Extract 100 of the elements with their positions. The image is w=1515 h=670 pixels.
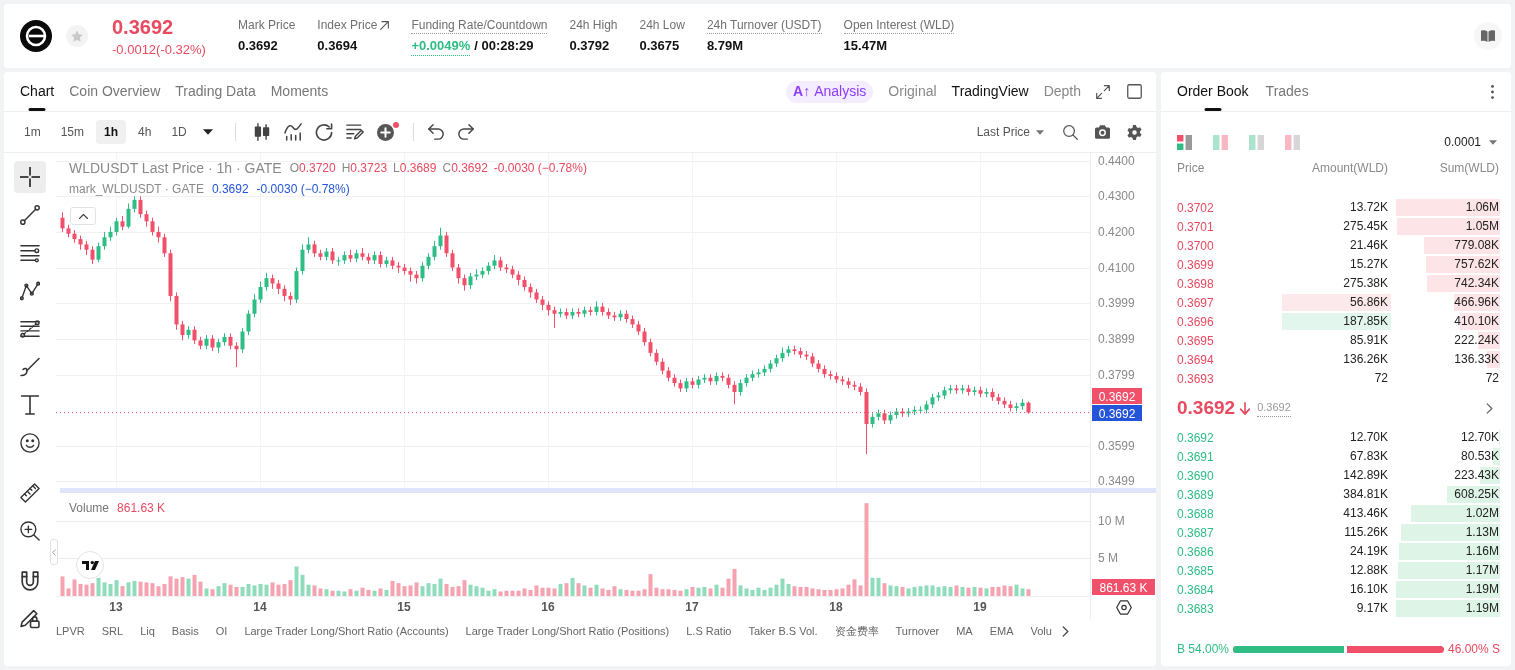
chart-view-tab[interactable]: Original — [888, 81, 937, 102]
chart-tab[interactable]: Coin Overview — [69, 72, 161, 111]
template-icon[interactable] — [345, 123, 364, 141]
stat-value: 0.3692 — [238, 36, 278, 55]
chart-tab[interactable]: Chart — [20, 72, 55, 111]
price-cell[interactable]: 0.3701 — [1177, 217, 1282, 236]
guide-button[interactable] — [1474, 22, 1502, 50]
amount-cell-text: 12.70K — [1348, 429, 1389, 446]
hexagon-settings-icon[interactable] — [1116, 600, 1132, 615]
chart-view-tab[interactable]: Depth — [1043, 81, 1081, 102]
volume-axis-label: 5 M — [1098, 551, 1118, 566]
stat-label[interactable]: Funding Rate/Countdown — [411, 16, 548, 34]
price-cell[interactable]: 0.3692 — [1177, 428, 1282, 447]
crosshair-icon[interactable] — [20, 167, 40, 187]
bar — [636, 590, 641, 596]
price-cell[interactable]: 0.3685 — [1177, 561, 1282, 580]
indicator-button[interactable]: Large Trader Long/Short Ratio (Positions) — [465, 622, 670, 640]
redo-icon[interactable] — [457, 124, 474, 140]
bar — [690, 586, 695, 596]
line-segment-icon[interactable] — [20, 205, 40, 225]
ruler-icon[interactable] — [20, 483, 40, 503]
indicator-button[interactable]: LPVR — [56, 622, 85, 640]
undo-icon[interactable] — [427, 124, 444, 140]
square-window-icon[interactable] — [1127, 84, 1142, 99]
price-cell[interactable]: 0.3683 — [1177, 599, 1282, 618]
price-cell[interactable]: 0.3684 — [1177, 580, 1282, 599]
chart-indicator-icon[interactable] — [283, 123, 302, 141]
pencil-lock-icon[interactable] — [20, 609, 40, 629]
order-book-layout-icon[interactable] — [1177, 134, 1192, 150]
add-indicator-button[interactable] — [376, 122, 399, 142]
interval-button[interactable]: 1m — [16, 120, 49, 144]
sell-ratio: 46.00% S — [1447, 641, 1500, 658]
magnet-icon[interactable] — [20, 571, 40, 591]
price-cell[interactable]: 0.3690 — [1177, 466, 1282, 485]
indicator-button[interactable]: 资金费率 — [834, 622, 879, 640]
price-cell[interactable]: 0.3691 — [1177, 447, 1282, 466]
chevron-right-icon[interactable] — [1486, 402, 1493, 414]
indicator-button[interactable]: Volu — [1030, 622, 1052, 640]
more-icon[interactable] — [1491, 84, 1494, 99]
order-book-tab[interactable]: Order Book — [1177, 72, 1249, 111]
zigzag-line-icon[interactable] — [20, 281, 40, 301]
arrow-up-right-icon[interactable] — [380, 20, 390, 30]
price-cell[interactable]: 0.3689 — [1177, 485, 1282, 504]
price-cell[interactable]: 0.3687 — [1177, 523, 1282, 542]
text-icon[interactable] — [20, 395, 40, 415]
chart-tab[interactable]: Trading Data — [175, 72, 256, 111]
indicator-button[interactable]: Large Trader Long/Short Ratio (Accounts) — [244, 622, 449, 640]
interval-button[interactable]: 1D — [163, 120, 195, 144]
price-cell[interactable]: 0.3700 — [1177, 236, 1282, 255]
indicator-button[interactable]: Turnover — [895, 622, 940, 640]
indicator-button[interactable]: L.S Ratio — [686, 622, 732, 640]
fullscreen-icon[interactable] — [1096, 84, 1110, 99]
plus-circle-icon[interactable] — [376, 123, 394, 141]
chart-view-tab[interactable]: TradingView — [951, 81, 1029, 102]
chart-tab[interactable]: Moments — [270, 72, 329, 111]
indicator-button[interactable]: Liq — [140, 622, 155, 640]
candlestick-icon[interactable] — [252, 123, 271, 141]
search-icon[interactable] — [1063, 124, 1078, 140]
price-cell[interactable]: 0.3693 — [1177, 369, 1282, 388]
indicator-button[interactable]: MA — [956, 622, 973, 640]
indicator-button[interactable]: EMA — [989, 622, 1014, 640]
price-cell[interactable]: 0.3695 — [1177, 331, 1282, 350]
price-source-dropdown[interactable]: Last Price — [976, 123, 1044, 141]
indicator-button[interactable]: OI — [215, 622, 228, 640]
price-cell[interactable]: 0.3694 — [1177, 350, 1282, 369]
order-book-tab[interactable]: Trades — [1265, 72, 1309, 111]
price-cell[interactable]: 0.3688 — [1177, 504, 1282, 523]
interval-button[interactable]: 4h — [130, 120, 160, 144]
level-lines-icon[interactable] — [20, 319, 40, 339]
price-cell[interactable]: 0.3699 — [1177, 255, 1282, 274]
analysis-tab[interactable]: A↑ Analysis — [786, 80, 874, 103]
indicator-button[interactable]: Taker B.S Vol. — [748, 622, 818, 640]
precision-dropdown[interactable]: 0.0001 — [1444, 133, 1497, 151]
parallel-lines-icon[interactable] — [20, 243, 40, 263]
book-icon[interactable] — [1481, 30, 1495, 42]
settings-icon[interactable] — [1127, 124, 1142, 140]
chevron-up-icon[interactable] — [78, 213, 88, 219]
interval-button[interactable]: 15m — [52, 120, 92, 144]
camera-icon[interactable] — [1095, 125, 1110, 139]
bar — [1020, 588, 1025, 596]
star-icon[interactable] — [71, 30, 83, 42]
price-cell[interactable]: 0.3702 — [1177, 198, 1282, 217]
stat-label[interactable]: 24h Turnover (USDT) — [706, 16, 822, 34]
interval-button[interactable]: 1h — [96, 120, 127, 144]
crosshair-tool-button[interactable] — [14, 161, 46, 193]
chevron-right-icon[interactable] — [1061, 625, 1069, 637]
price-cell[interactable]: 0.3697 — [1177, 293, 1282, 312]
price-cell[interactable]: 0.3686 — [1177, 542, 1282, 561]
replay-icon[interactable] — [314, 123, 333, 141]
zoom-in-icon[interactable] — [20, 521, 40, 541]
stat-label[interactable]: Open Interest (WLD) — [843, 16, 955, 34]
price-cell[interactable]: 0.3696 — [1177, 312, 1282, 331]
smiley-icon[interactable] — [20, 433, 40, 453]
price-cell[interactable]: 0.3698 — [1177, 274, 1282, 293]
caret-down-icon[interactable] — [202, 129, 213, 135]
funding-rate-value[interactable]: +0.0049% — [411, 36, 471, 56]
chart-logo-icon[interactable] — [76, 551, 104, 579]
brush-icon[interactable] — [20, 357, 40, 377]
indicator-button[interactable]: Basis — [171, 622, 199, 640]
indicator-button[interactable]: SRL — [101, 622, 124, 640]
